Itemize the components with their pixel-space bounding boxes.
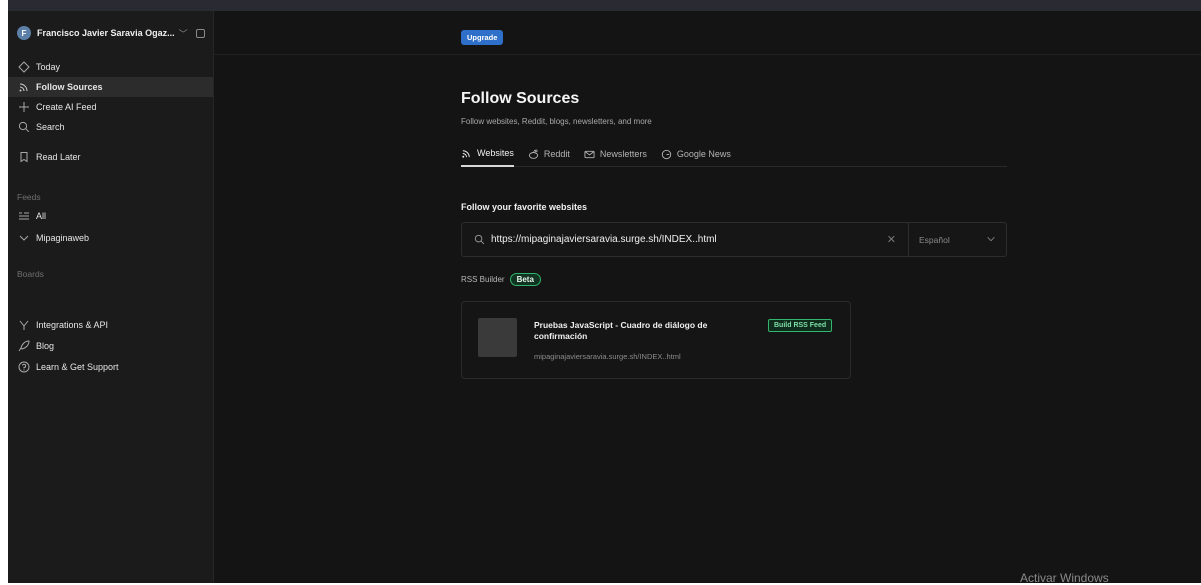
nav-create-ai-feed[interactable]: Create AI Feed bbox=[8, 97, 213, 117]
tab-label: Google News bbox=[676, 149, 731, 159]
app-window: F Francisco Javier Saravia Ogaz... ﹀ Tod… bbox=[8, 0, 1201, 585]
search-box: ✕ bbox=[462, 223, 908, 256]
language-select[interactable]: Español bbox=[908, 223, 1006, 256]
nav-label: Create AI Feed bbox=[36, 102, 97, 112]
plug-icon bbox=[17, 319, 30, 332]
result-card[interactable]: Pruebas JavaScript - Cuadro de diálogo d… bbox=[461, 301, 851, 379]
feeds-section-label: Feeds bbox=[17, 192, 41, 202]
avatar: F bbox=[17, 26, 31, 40]
tab-label: Reddit bbox=[543, 149, 570, 159]
nav-label: Search bbox=[36, 122, 65, 132]
nav-read-later[interactable]: Read Later bbox=[8, 147, 213, 167]
feed-mipaginaweb[interactable]: Mipaginaweb bbox=[8, 228, 213, 248]
reddit-icon bbox=[528, 149, 539, 160]
nav-integrations-api[interactable]: Integrations & API bbox=[8, 315, 213, 335]
chevron-down-icon[interactable] bbox=[17, 232, 30, 245]
nav-label: Integrations & API bbox=[36, 320, 109, 330]
nav-label: Read Later bbox=[36, 152, 81, 162]
tab-newsletters[interactable]: Newsletters bbox=[584, 145, 647, 167]
tab-google-news[interactable]: Google News bbox=[661, 145, 731, 167]
language-value: Español bbox=[919, 234, 950, 245]
rocket-icon bbox=[17, 340, 30, 353]
search-icon bbox=[17, 121, 30, 134]
nav-label: Blog bbox=[36, 341, 55, 351]
section-heading: Follow your favorite websites bbox=[461, 202, 588, 212]
tab-label: Newsletters bbox=[599, 149, 647, 159]
build-rss-feed-button[interactable]: Build RSS Feed bbox=[768, 319, 833, 332]
site-thumbnail bbox=[478, 318, 517, 357]
today-icon bbox=[17, 61, 30, 74]
nav-label: Learn & Get Support bbox=[36, 362, 119, 372]
workspace-header[interactable]: F Francisco Javier Saravia Ogaz... ﹀ bbox=[8, 11, 214, 55]
help-icon bbox=[17, 361, 30, 374]
plus-icon bbox=[17, 101, 30, 114]
nav-follow-sources[interactable]: Follow Sources bbox=[8, 77, 213, 97]
rss-builder-label: RSS Builder bbox=[461, 275, 505, 284]
website-search: ✕ Español bbox=[461, 222, 1007, 257]
tab-websites[interactable]: Websites bbox=[461, 145, 514, 167]
google-icon bbox=[661, 149, 672, 160]
nav-learn-support[interactable]: Learn & Get Support bbox=[8, 357, 213, 377]
result-title: Pruebas JavaScript - Cuadro de diálogo d… bbox=[534, 320, 708, 341]
chevron-down-icon bbox=[986, 234, 996, 246]
nav-label: Today bbox=[36, 62, 61, 72]
top-bar: Upgrade bbox=[214, 11, 1201, 55]
tab-reddit[interactable]: Reddit bbox=[528, 145, 570, 167]
result-url: mipaginajaviersaravia.surge.sh/INDEX..ht… bbox=[534, 352, 681, 361]
sidebar: F Francisco Javier Saravia Ogaz... ﹀ Tod… bbox=[8, 11, 214, 583]
feed-label: All bbox=[36, 211, 47, 221]
toggle-sidebar-icon[interactable] bbox=[195, 28, 205, 38]
upgrade-button[interactable]: Upgrade bbox=[461, 30, 504, 45]
url-input[interactable] bbox=[491, 234, 891, 245]
source-tabs: Websites Reddit Newsletters Google News bbox=[461, 145, 1007, 167]
page-subtitle: Follow websites, Reddit, blogs, newslett… bbox=[461, 117, 652, 126]
mail-icon bbox=[584, 149, 595, 160]
clear-icon[interactable]: ✕ bbox=[887, 233, 896, 246]
rss-icon bbox=[17, 81, 30, 94]
tab-label: Websites bbox=[477, 148, 514, 158]
nav-today[interactable]: Today bbox=[8, 57, 213, 77]
beta-badge: Beta bbox=[509, 273, 541, 286]
chevron-down-icon[interactable]: ﹀ bbox=[179, 27, 188, 40]
nav-blog[interactable]: Blog bbox=[8, 336, 213, 356]
feed-all[interactable]: All bbox=[8, 206, 213, 226]
search-icon bbox=[474, 234, 485, 245]
list-icon bbox=[17, 210, 30, 223]
user-name: Francisco Javier Saravia Ogaz... bbox=[37, 28, 175, 38]
bookmark-icon bbox=[17, 151, 30, 164]
boards-section-label: Boards bbox=[17, 269, 44, 279]
rss-icon bbox=[461, 148, 472, 159]
feed-label: Mipaginaweb bbox=[36, 233, 90, 243]
rss-builder-row: RSS Builder Beta bbox=[461, 273, 541, 286]
page-title: Follow Sources bbox=[461, 90, 580, 107]
nav-search[interactable]: Search bbox=[8, 117, 213, 137]
nav-label: Follow Sources bbox=[36, 82, 103, 92]
